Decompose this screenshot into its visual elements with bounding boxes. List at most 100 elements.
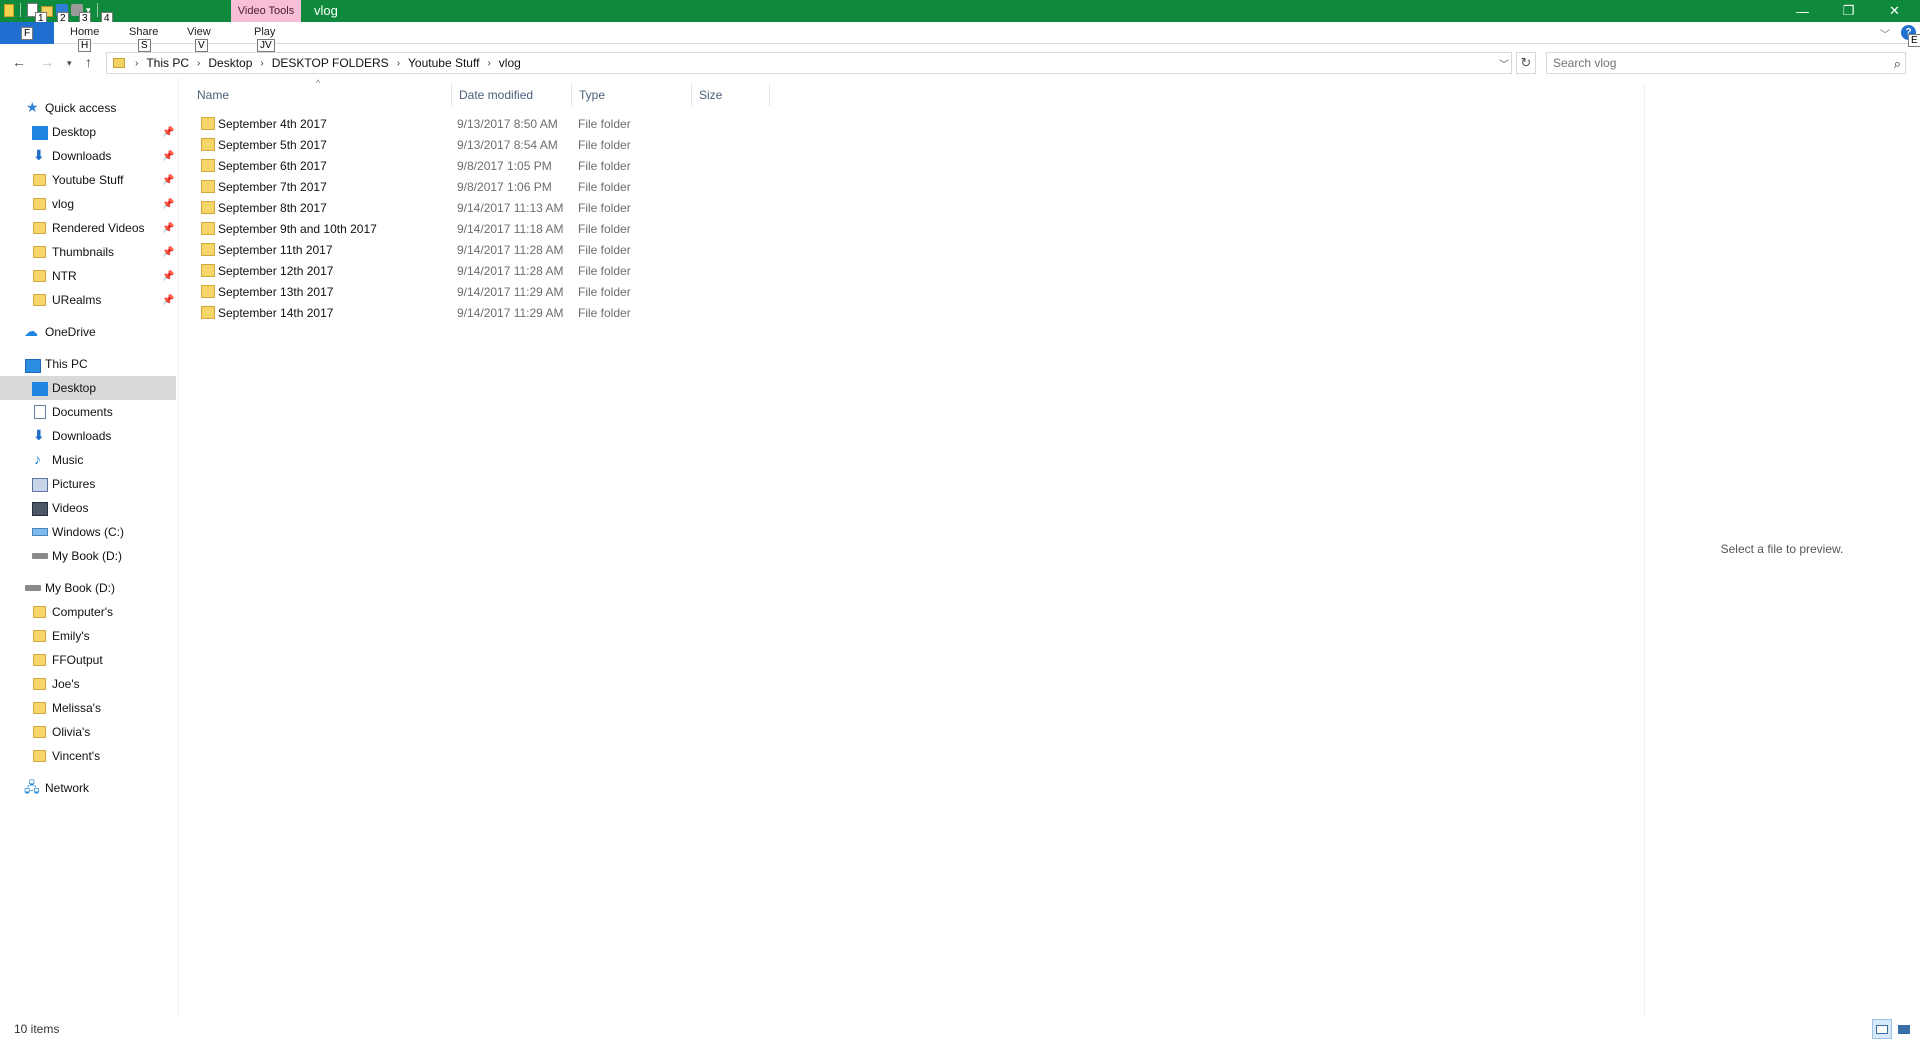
chevron-right-icon[interactable]: › [135,58,138,69]
nav-mybook-vincents[interactable]: Vincent's [0,744,176,768]
nav-pc-videos[interactable]: Videos [0,496,176,520]
nav-label: vlog [52,197,75,211]
search-box[interactable]: ⌕ [1546,52,1906,74]
recent-locations-chevron-icon[interactable]: ▾ [67,58,72,69]
nav-network[interactable]: 🖧 Network [0,776,176,800]
column-header-date-modified[interactable]: Date modified [452,84,572,106]
pin-icon[interactable]: 📌 [162,151,174,162]
pin-icon[interactable]: 📌 [162,199,174,210]
nav-mybook-computers[interactable]: Computer's [0,600,176,624]
file-name: September 14th 2017 [218,305,334,320]
nav-pc-pictures[interactable]: Pictures [0,472,176,496]
nav-onedrive[interactable]: ☁ OneDrive [0,320,176,344]
pin-icon[interactable]: 📌 [162,175,174,186]
file-type: File folder [578,137,631,152]
chevron-right-icon[interactable]: › [397,58,400,69]
nav-mybook-emilys[interactable]: Emily's [0,624,176,648]
tab-share[interactable]: Share [129,26,158,38]
chevron-right-icon[interactable]: › [197,58,200,69]
nav-pc-downloads[interactable]: ⬇ Downloads [0,424,176,448]
minimize-button[interactable]: — [1780,0,1825,22]
windows-drive-icon [32,528,48,536]
pane-divider[interactable] [178,78,179,1018]
chevron-right-icon[interactable]: › [487,58,490,69]
pin-icon[interactable]: 📌 [162,295,174,306]
column-header-size[interactable]: Size [692,84,770,106]
table-row[interactable]: September 4th 2017 9/13/2017 8:50 AM Fil… [190,113,770,134]
status-bar: 10 items [0,1018,1920,1040]
nav-mybook-ffoutput[interactable]: FFOutput [0,648,176,672]
tab-home[interactable]: Home [70,26,99,38]
up-arrow-icon[interactable]: ↑ [85,54,92,70]
breadcrumb-this-pc[interactable]: This PC [146,56,189,70]
table-row[interactable]: September 9th and 10th 2017 9/14/2017 11… [190,218,770,239]
folder-icon [201,306,215,319]
table-row[interactable]: September 14th 2017 9/14/2017 11:29 AM F… [190,302,770,323]
nav-label: Quick access [45,101,117,115]
details-view-button[interactable] [1872,1019,1892,1039]
expand-ribbon-chevron-icon[interactable]: ﹀ [1880,26,1890,41]
tab-play[interactable]: Play [254,26,275,38]
nav-mybook[interactable]: My Book (D:) [0,576,176,600]
back-arrow-icon[interactable]: ← [12,54,26,70]
table-row[interactable]: September 8th 2017 9/14/2017 11:13 AM Fi… [190,197,770,218]
pin-icon[interactable]: 📌 [162,223,174,234]
nav-quick-rendered-videos[interactable]: Rendered Videos 📌 [0,216,176,240]
nav-quick-urealms[interactable]: URealms 📌 [0,288,176,312]
preview-message: Select a file to preview. [1720,542,1844,556]
folder-icon [33,246,46,258]
breadcrumb-desktop[interactable]: Desktop [208,56,252,70]
table-row[interactable]: September 11th 2017 9/14/2017 11:28 AM F… [190,239,770,260]
search-icon[interactable]: ⌕ [1894,56,1901,72]
nav-pc-documents[interactable]: Documents [0,400,176,424]
nav-pc-mybook-d[interactable]: My Book (D:) [0,544,176,568]
restore-button[interactable]: ❐ [1826,0,1871,22]
folder-icon [201,117,215,130]
film-icon [32,502,48,516]
column-header-name[interactable]: Name [190,84,452,106]
chevron-right-icon[interactable]: › [260,58,263,69]
forward-arrow-icon[interactable]: → [40,54,54,70]
table-row[interactable]: September 12th 2017 9/14/2017 11:28 AM F… [190,260,770,281]
nav-this-pc[interactable]: This PC [0,352,176,376]
pin-icon[interactable]: 📌 [162,271,174,282]
breadcrumb-youtube-stuff[interactable]: Youtube Stuff [408,56,479,70]
table-row[interactable]: September 7th 2017 9/8/2017 1:06 PM File… [190,176,770,197]
pictures-icon [32,478,48,492]
nav-quick-desktop[interactable]: Desktop 📌 [0,120,176,144]
pin-icon[interactable]: 📌 [162,127,174,138]
tab-view[interactable]: View [187,26,211,38]
nav-quick-vlog[interactable]: vlog 📌 [0,192,176,216]
breadcrumb-vlog[interactable]: vlog [499,56,521,70]
explorer-folder-icon [4,3,14,17]
address-history-chevron-icon[interactable]: ﹀ [1499,56,1509,71]
file-date: 9/14/2017 11:29 AM [457,305,564,320]
breadcrumb-desktop-folders[interactable]: DESKTOP FOLDERS [272,56,389,70]
address-bar[interactable]: › This PC › Desktop › DESKTOP FOLDERS › … [106,52,1512,74]
nav-quick-access[interactable]: ★ Quick access [0,96,176,120]
search-input[interactable] [1547,53,1867,73]
nav-mybook-joes[interactable]: Joe's [0,672,176,696]
file-type: File folder [578,242,631,257]
refresh-icon[interactable]: ↻ [1516,52,1536,74]
table-row[interactable]: September 6th 2017 9/8/2017 1:05 PM File… [190,155,770,176]
nav-mybook-olivias[interactable]: Olivia's [0,720,176,744]
file-name: September 13th 2017 [218,284,334,299]
table-row[interactable]: September 13th 2017 9/14/2017 11:29 AM F… [190,281,770,302]
nav-pc-music[interactable]: ♪ Music [0,448,176,472]
nav-quick-ntr[interactable]: NTR 📌 [0,264,176,288]
nav-quick-thumbnails[interactable]: Thumbnails 📌 [0,240,176,264]
large-icons-view-button[interactable] [1894,1019,1914,1039]
close-button[interactable]: ✕ [1872,0,1917,22]
nav-quick-youtube-stuff[interactable]: Youtube Stuff 📌 [0,168,176,192]
nav-quick-downloads[interactable]: ⬇ Downloads 📌 [0,144,176,168]
table-row[interactable]: September 5th 2017 9/13/2017 8:54 AM Fil… [190,134,770,155]
file-tab[interactable]: F [0,22,54,44]
item-count: 10 items [14,1022,60,1036]
pin-icon[interactable]: 📌 [162,247,174,258]
qat-separator [20,3,21,17]
nav-pc-windows-c[interactable]: Windows (C:) [0,520,176,544]
nav-pc-desktop[interactable]: Desktop [0,376,176,400]
column-header-type[interactable]: Type [572,84,692,106]
nav-mybook-melissas[interactable]: Melissa's [0,696,176,720]
